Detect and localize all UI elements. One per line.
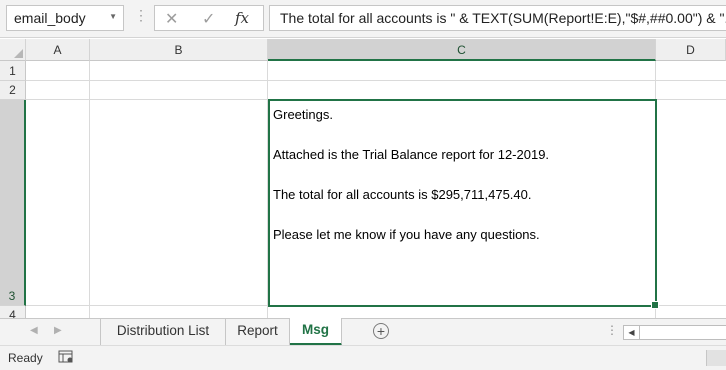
cell-line: Please let me know if you have any quest… xyxy=(273,227,540,242)
column-header-a[interactable]: A xyxy=(26,39,90,61)
row-header-2[interactable]: 2 xyxy=(0,81,26,100)
cell-line xyxy=(273,125,549,145)
formula-text: The total for all accounts is " & TEXT(S… xyxy=(280,10,726,26)
status-bar-edge xyxy=(706,350,726,366)
cell-line: The total for all accounts is $295,711,4… xyxy=(273,187,532,202)
previous-sheet-icon[interactable]: ◀ xyxy=(30,325,38,336)
cell-c3-content: Greetings. Attached is the Trial Balance… xyxy=(273,105,549,245)
status-bar: Ready xyxy=(0,345,726,370)
status-text: Ready xyxy=(8,351,43,365)
enter-icon[interactable]: ✓ xyxy=(202,9,215,29)
worksheet-grid[interactable]: A B C D 1 2 3 4 Greetings. Attached is t… xyxy=(0,39,726,318)
formula-input[interactable]: The total for all accounts is " & TEXT(S… xyxy=(269,5,726,31)
cell-line xyxy=(273,165,549,185)
scroll-left-icon[interactable]: ◀ xyxy=(624,326,640,339)
select-all-button[interactable] xyxy=(0,39,26,61)
macro-recording-icon[interactable] xyxy=(58,350,74,364)
active-cell-c3[interactable]: Greetings. Attached is the Trial Balance… xyxy=(268,99,659,309)
column-header-b[interactable]: B xyxy=(90,39,268,61)
formula-bar: email_body ▼ ⋮ ✕ ✓ fx The total for all … xyxy=(0,0,726,38)
tab-distribution-list[interactable]: Distribution List xyxy=(100,319,226,345)
tab-report[interactable]: Report xyxy=(226,319,290,345)
next-sheet-icon[interactable]: ▶ xyxy=(54,325,62,336)
gridline xyxy=(89,61,90,318)
select-all-triangle-icon xyxy=(14,49,23,58)
formula-bar-splitter[interactable]: ⋮ xyxy=(134,8,148,22)
add-sheet-icon[interactable]: + xyxy=(373,323,389,339)
row-header-4[interactable]: 4 xyxy=(0,306,26,318)
row-header-3-label: 3 xyxy=(8,289,16,303)
horizontal-scrollbar[interactable]: ◀ xyxy=(623,325,726,340)
cell-line: Attached is the Trial Balance report for… xyxy=(273,147,550,162)
tab-msg[interactable]: Msg xyxy=(290,318,342,346)
gridline xyxy=(26,80,726,81)
tab-splitter[interactable]: ⋮ xyxy=(606,324,618,336)
column-header-d[interactable]: D xyxy=(656,39,726,61)
sheet-tab-bar: ◀ ▶ Distribution List Report Msg + ⋮ ◀ xyxy=(0,318,726,346)
fill-handle[interactable] xyxy=(651,301,659,309)
formula-bar-buttons: ✕ ✓ fx xyxy=(154,5,264,31)
row-header-3[interactable]: 3 xyxy=(0,100,26,306)
insert-function-icon[interactable]: fx xyxy=(235,9,249,27)
cancel-icon[interactable]: ✕ xyxy=(165,9,178,29)
name-box-value: email_body xyxy=(14,10,86,26)
cell-line: Greetings. xyxy=(273,107,333,122)
name-box-dropdown-icon[interactable]: ▼ xyxy=(109,12,117,21)
cell-line xyxy=(273,205,549,225)
column-header-c[interactable]: C xyxy=(268,39,656,61)
row-header-1[interactable]: 1 xyxy=(0,61,26,81)
name-box[interactable]: email_body ▼ xyxy=(6,5,124,31)
